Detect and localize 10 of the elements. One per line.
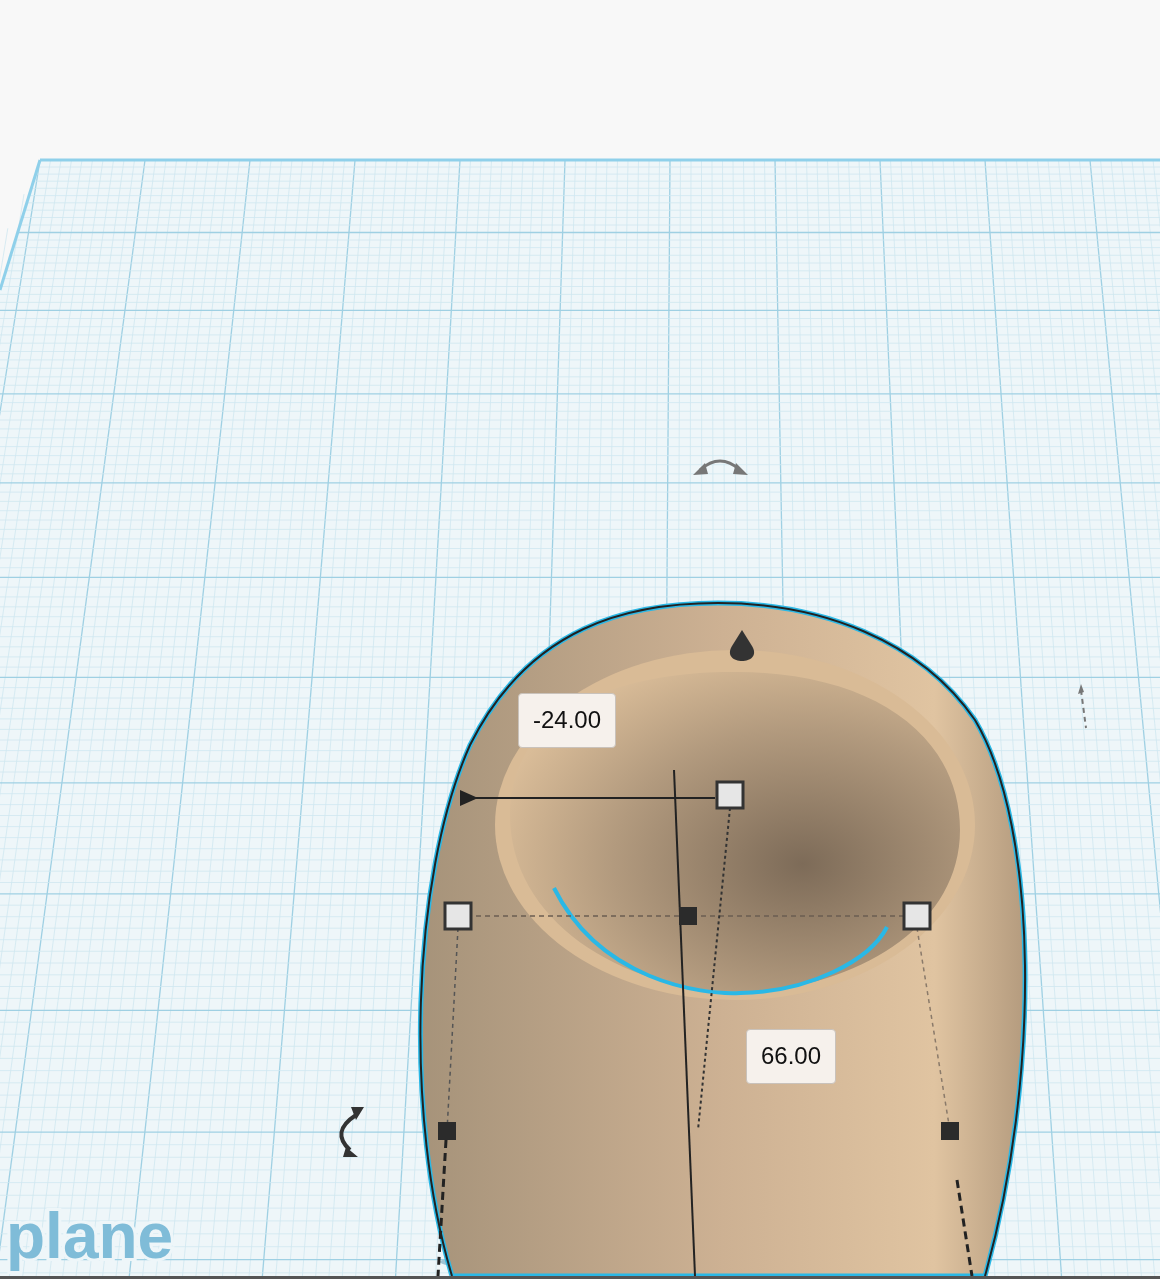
resize-handle[interactable] (443, 901, 473, 931)
resize-handle[interactable] (679, 907, 697, 925)
dimension-field[interactable]: 66.00 (746, 1029, 837, 1084)
resize-handle[interactable] (902, 901, 932, 931)
workplane-label: plane (6, 1200, 174, 1272)
resize-handle[interactable] (438, 1122, 456, 1140)
dimension-field[interactable]: -24.00 (518, 693, 617, 748)
resize-handle[interactable] (941, 1122, 959, 1140)
cone-icon[interactable] (729, 630, 755, 661)
resize-handle[interactable] (715, 780, 745, 810)
